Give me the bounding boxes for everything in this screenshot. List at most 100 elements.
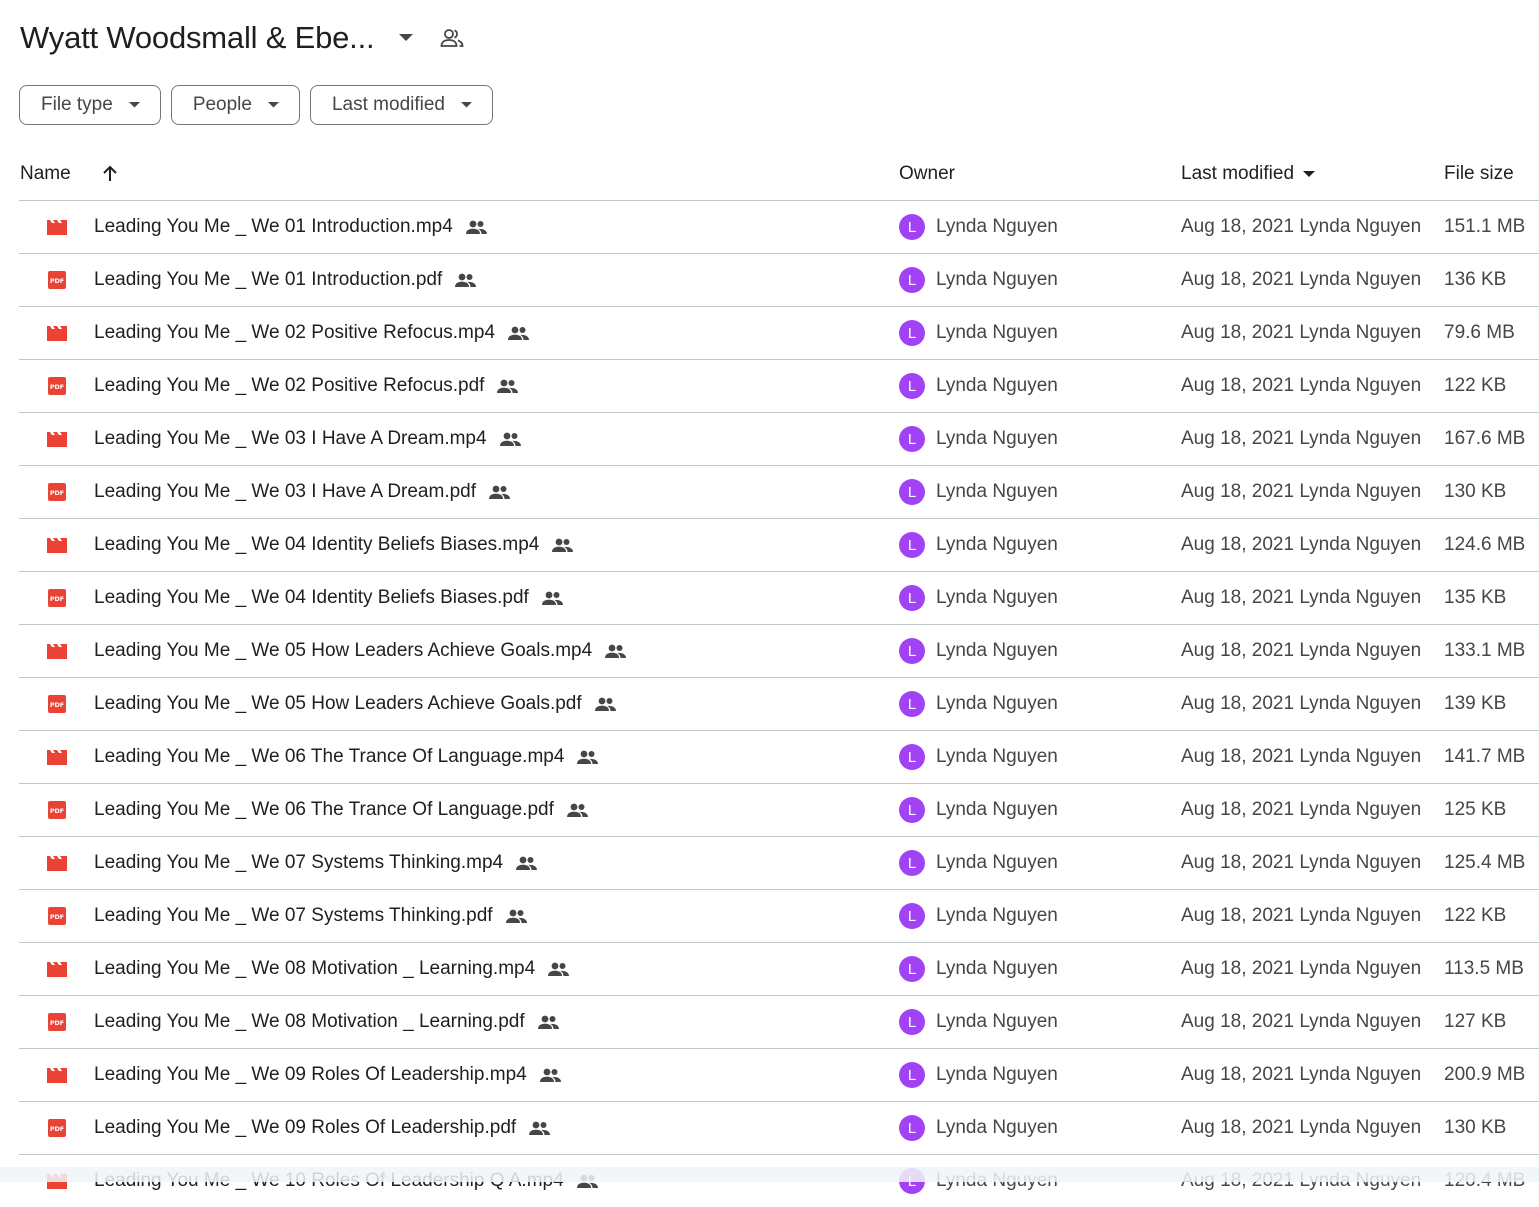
avatar[interactable]: L [899, 956, 925, 982]
file-name[interactable]: Leading You Me _ We 04 Identity Beliefs … [94, 587, 529, 609]
owner-cell: L Lynda Nguyen [899, 731, 1058, 783]
avatar[interactable]: L [899, 1115, 925, 1141]
owner-name: Lynda Nguyen [936, 269, 1058, 290]
file-name[interactable]: Leading You Me _ We 09 Roles Of Leadersh… [94, 1064, 527, 1086]
table-row[interactable]: Leading You Me _ We 06 The Trance Of Lan… [19, 731, 1539, 784]
owner-cell: L Lynda Nguyen [899, 519, 1058, 571]
table-row[interactable]: PDF Leading You Me _ We 08 Motivation _ … [19, 996, 1539, 1049]
shared-people-icon [547, 962, 570, 976]
video-file-icon [46, 201, 68, 253]
table-row[interactable]: PDF Leading You Me _ We 02 Positive Refo… [19, 360, 1539, 413]
file-size-cell: 136 KB [1444, 269, 1507, 290]
table-row[interactable]: PDF Leading You Me _ We 09 Roles Of Lead… [19, 1102, 1539, 1155]
file-rows: Leading You Me _ We 01 Introduction.mp4 … [19, 201, 1539, 1207]
file-type-filter-chip[interactable]: File type [19, 85, 161, 125]
avatar[interactable]: L [899, 1062, 925, 1088]
avatar[interactable]: L [899, 1009, 925, 1035]
file-size-column-header[interactable]: File size [1444, 148, 1514, 200]
file-name[interactable]: Leading You Me _ We 09 Roles Of Leadersh… [94, 1117, 516, 1139]
owner-cell: L Lynda Nguyen [899, 678, 1058, 730]
arrow-drop-down-icon [1303, 170, 1316, 178]
pdf-file-icon: PDF [46, 996, 68, 1048]
owner-name: Lynda Nguyen [936, 322, 1058, 343]
last-modified-column-header[interactable]: Last modified [1181, 148, 1316, 200]
avatar[interactable]: L [899, 638, 925, 664]
file-name[interactable]: Leading You Me _ We 05 How Leaders Achie… [94, 693, 582, 715]
table-row[interactable]: Leading You Me _ We 03 I Have A Dream.mp… [19, 413, 1539, 466]
people-outline-icon[interactable] [438, 24, 466, 52]
avatar[interactable]: L [899, 850, 925, 876]
file-name[interactable]: Leading You Me _ We 07 Systems Thinking.… [94, 905, 493, 927]
file-name[interactable]: Leading You Me _ We 05 How Leaders Achie… [94, 640, 592, 662]
shared-people-icon [541, 591, 564, 605]
owner-column-header[interactable]: Owner [899, 148, 955, 200]
last-modified-cell: Aug 18, 2021 Lynda Nguyen [1181, 958, 1422, 979]
table-row[interactable]: PDF Leading You Me _ We 05 How Leaders A… [19, 678, 1539, 731]
avatar[interactable]: L [899, 426, 925, 452]
table-row[interactable]: PDF Leading You Me _ We 03 I Have A Drea… [19, 466, 1539, 519]
avatar[interactable]: L [899, 267, 925, 293]
file-name[interactable]: Leading You Me _ We 01 Introduction.pdf [94, 269, 442, 291]
table-row[interactable]: Leading You Me _ We 04 Identity Beliefs … [19, 519, 1539, 572]
file-name[interactable]: Leading You Me _ We 06 The Trance Of Lan… [94, 746, 564, 768]
owner-name: Lynda Nguyen [936, 375, 1058, 396]
file-name[interactable]: Leading You Me _ We 03 I Have A Dream.mp… [94, 428, 487, 450]
table-row[interactable]: Leading You Me _ We 02 Positive Refocus.… [19, 307, 1539, 360]
owner-cell: L Lynda Nguyen [899, 413, 1058, 465]
shared-people-icon [515, 856, 538, 870]
owner-name: Lynda Nguyen [936, 428, 1058, 449]
avatar[interactable]: L [899, 532, 925, 558]
file-size-cell: 139 KB [1444, 693, 1507, 714]
table-row[interactable]: Leading You Me _ We 09 Roles Of Leadersh… [19, 1049, 1539, 1102]
avatar[interactable]: L [899, 744, 925, 770]
avatar[interactable]: L [899, 479, 925, 505]
shared-people-icon [488, 485, 511, 499]
avatar[interactable]: L [899, 585, 925, 611]
shared-people-icon [594, 697, 617, 711]
file-name[interactable]: Leading You Me _ We 07 Systems Thinking.… [94, 852, 503, 874]
column-label: Last modified [1181, 163, 1295, 184]
file-name[interactable]: Leading You Me _ We 03 I Have A Dream.pd… [94, 481, 476, 503]
table-row[interactable]: Leading You Me _ We 08 Motivation _ Lear… [19, 943, 1539, 996]
shared-people-icon [507, 326, 530, 340]
owner-cell: L Lynda Nguyen [899, 360, 1058, 412]
avatar[interactable]: L [899, 691, 925, 717]
people-filter-chip[interactable]: People [170, 85, 300, 125]
table-row[interactable]: PDF Leading You Me _ We 06 The Trance Of… [19, 784, 1539, 837]
avatar[interactable]: L [899, 373, 925, 399]
file-name-cell: Leading You Me _ We 02 Positive Refocus.… [94, 307, 530, 359]
folder-title[interactable]: Wyatt Woodsmall & Ebe... [20, 20, 375, 56]
table-row[interactable]: PDF Leading You Me _ We 01 Introduction.… [19, 254, 1539, 307]
file-size-cell: 79.6 MB [1444, 322, 1515, 343]
arrow-drop-down-icon[interactable] [392, 24, 420, 52]
sort-arrow-up-icon[interactable] [101, 165, 119, 183]
file-name[interactable]: Leading You Me _ We 08 Motivation _ Lear… [94, 1011, 525, 1033]
table-row[interactable]: Leading You Me _ We 01 Introduction.mp4 … [19, 201, 1539, 254]
table-row[interactable]: Leading You Me _ We 07 Systems Thinking.… [19, 837, 1539, 890]
avatar[interactable]: L [899, 903, 925, 929]
file-name[interactable]: Leading You Me _ We 08 Motivation _ Lear… [94, 958, 535, 980]
table-row[interactable]: PDF Leading You Me _ We 04 Identity Beli… [19, 572, 1539, 625]
avatar[interactable]: L [899, 214, 925, 240]
owner-cell: L Lynda Nguyen [899, 996, 1058, 1048]
file-size-cell: 125 KB [1444, 799, 1507, 820]
svg-text:PDF: PDF [50, 277, 64, 285]
owner-cell: L Lynda Nguyen [899, 466, 1058, 518]
shared-people-icon [604, 644, 627, 658]
owner-cell: L Lynda Nguyen [899, 201, 1058, 253]
arrow-drop-down-icon [461, 102, 472, 108]
file-name[interactable]: Leading You Me _ We 01 Introduction.mp4 [94, 216, 453, 238]
shared-people-icon [566, 803, 589, 817]
last-modified-filter-chip[interactable]: Last modified [309, 85, 493, 125]
file-name[interactable]: Leading You Me _ We 04 Identity Beliefs … [94, 534, 539, 556]
avatar[interactable]: L [899, 320, 925, 346]
name-column-header[interactable]: Name [20, 148, 119, 200]
table-row[interactable]: Leading You Me _ We 05 How Leaders Achie… [19, 625, 1539, 678]
table-row[interactable]: PDF Leading You Me _ We 07 Systems Think… [19, 890, 1539, 943]
file-name[interactable]: Leading You Me _ We 06 The Trance Of Lan… [94, 799, 554, 821]
svg-text:PDF: PDF [50, 383, 64, 391]
file-name[interactable]: Leading You Me _ We 02 Positive Refocus.… [94, 375, 484, 397]
file-name[interactable]: Leading You Me _ We 02 Positive Refocus.… [94, 322, 495, 344]
file-name-cell: Leading You Me _ We 01 Introduction.pdf [94, 254, 477, 306]
avatar[interactable]: L [899, 797, 925, 823]
